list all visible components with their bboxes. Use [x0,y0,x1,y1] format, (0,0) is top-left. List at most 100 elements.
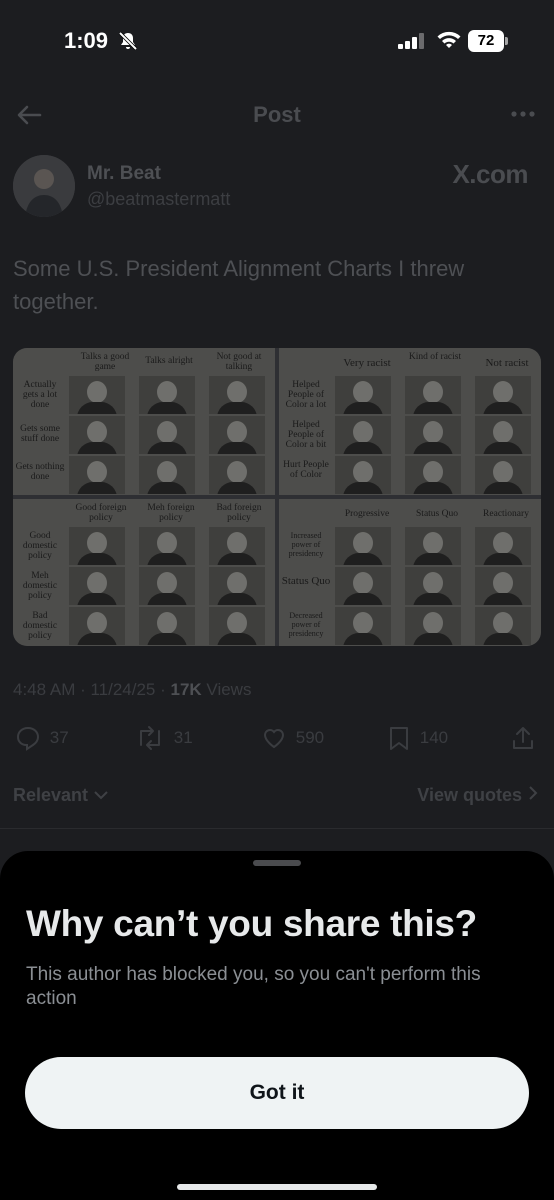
portrait [475,607,531,645]
row-label: Gets nothing done [15,462,65,482]
portrait [209,376,265,414]
col-header: Talks alright [145,356,193,366]
divider [0,828,554,829]
views-count: 17K [170,680,202,699]
author-handle[interactable]: @beatmastermatt [87,189,230,210]
sheet-grabber[interactable] [253,860,301,866]
row-label: Increased power of presidency [288,531,324,558]
portrait [475,527,531,565]
col-header: Good foreign policy [75,503,127,523]
avatar[interactable] [13,155,75,217]
portrait [139,527,195,565]
row-label: Helped People of Color a lot [285,380,327,410]
reply-button[interactable]: 37 [15,725,69,751]
col-header: Kind of racist [408,352,462,362]
portrait [475,456,531,494]
col-header: Very racist [343,357,391,369]
portrait [69,416,125,454]
portrait [139,607,195,645]
portrait [335,607,391,645]
like-button[interactable]: 590 [261,725,324,751]
portrait [405,376,461,414]
portrait [69,607,125,645]
chart-panel-policy: Good foreign policy Meh foreign policy B… [13,499,275,646]
portrait [209,456,265,494]
col-header: Meh foreign policy [147,503,195,523]
post-author: Mr. Beat @beatmastermatt X.com [13,155,543,219]
share-button[interactable] [511,725,535,751]
row-label: Bad domestic policy [22,611,58,641]
post-actions: 37 31 590 140 [13,725,543,755]
col-header: Not good at talking [216,352,262,372]
view-quotes-link[interactable]: View quotes [417,785,539,806]
col-header: Not racist [485,357,529,369]
author-name[interactable]: Mr. Beat [87,163,161,185]
col-header: Talks a good game [80,352,130,372]
row-label: Decreased power of presidency [288,611,324,638]
portrait [475,567,531,605]
chart-panel-talking: Talks a good game Talks alright Not good… [13,348,275,495]
repost-icon [140,726,160,750]
battery-level: 72 [468,30,504,52]
sort-dropdown[interactable]: Relevant [13,785,109,806]
portrait [405,416,461,454]
repost-button[interactable]: 31 [135,725,193,751]
portrait [69,456,125,494]
portrait [209,567,265,605]
views-label: Views [201,680,252,699]
sort-label: Relevant [13,785,89,805]
portrait [139,376,195,414]
chart-panel-racism: Very racist Kind of racist Not racist He… [279,348,541,495]
chevron-right-icon [529,786,538,800]
bookmark-icon [390,727,408,750]
portrait [139,456,195,494]
row-label: Actually gets a lot done [22,380,58,410]
post-timestamp: 4:48 AM · 11/24/25 · [13,680,171,699]
more-options-icon[interactable] [510,104,536,129]
row-label: Good domestic policy [22,531,58,561]
view-quotes-label: View quotes [417,785,522,805]
col-header: Progressive [344,509,390,519]
page-title: Post [253,102,301,127]
blocked-share-sheet: Why can’t you share this? This author ha… [0,851,554,1200]
col-header: Bad foreign policy [216,503,262,523]
sheet-title: Why can’t you share this? [26,903,477,944]
row-label: Gets some stuff done [20,424,60,444]
portrait [209,527,265,565]
got-it-button[interactable]: Got it [25,1057,529,1129]
post-meta: 4:48 AM · 11/24/25 · 17K Views [13,680,251,700]
chevron-down-icon [94,791,108,800]
portrait [335,527,391,565]
row-label: Status Quo [281,575,331,587]
post-image[interactable]: Talks a good game Talks alright Not good… [13,348,541,646]
battery-icon: 72 [468,30,508,52]
portrait [335,567,391,605]
portrait [335,416,391,454]
silent-bell-icon [118,31,138,56]
post-text: Some U.S. President Alignment Charts I t… [13,256,465,314]
row-label: Meh domestic policy [22,571,58,601]
portrait [405,567,461,605]
portrait [69,376,125,414]
repost-count: 31 [173,728,193,747]
like-count: 590 [295,728,325,747]
portrait [209,416,265,454]
bookmark-count: 140 [419,728,449,747]
portrait [69,527,125,565]
portrait [69,567,125,605]
heart-icon [263,729,285,749]
portrait [335,376,391,414]
portrait [139,567,195,605]
portrait [139,416,195,454]
bookmark-button[interactable]: 140 [387,725,448,751]
reply-icon [16,726,40,751]
share-icon [513,727,533,749]
wifi-icon [436,30,462,55]
portrait [405,456,461,494]
chart-panel-power: Progressive Status Quo Reactionary Incre… [279,499,541,646]
row-label: Hurt People of Color [283,460,329,480]
cellular-signal-icon [398,33,426,54]
status-time: 1:09 [64,28,109,53]
x-com-logo: X.com [452,159,528,189]
portrait [475,376,531,414]
